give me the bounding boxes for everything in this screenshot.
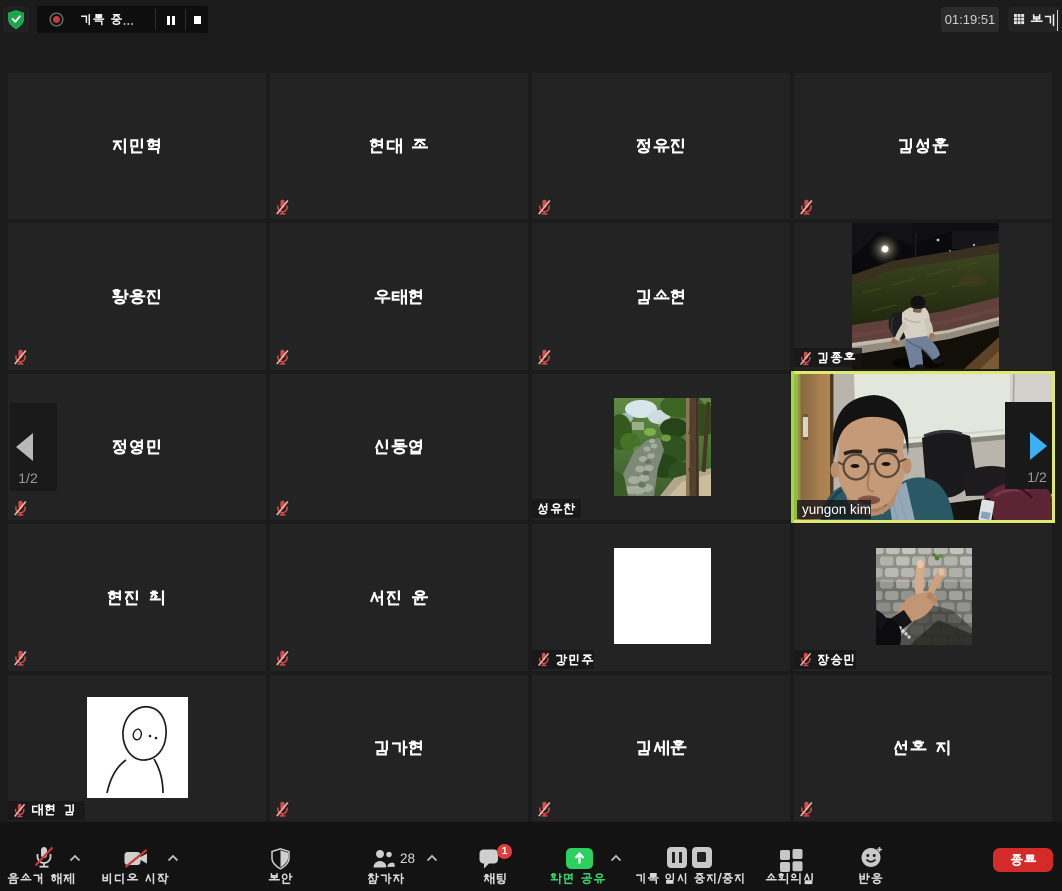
svg-text:1/2: 1/2 (18, 470, 38, 486)
svg-text:1/2: 1/2 (1027, 469, 1047, 485)
